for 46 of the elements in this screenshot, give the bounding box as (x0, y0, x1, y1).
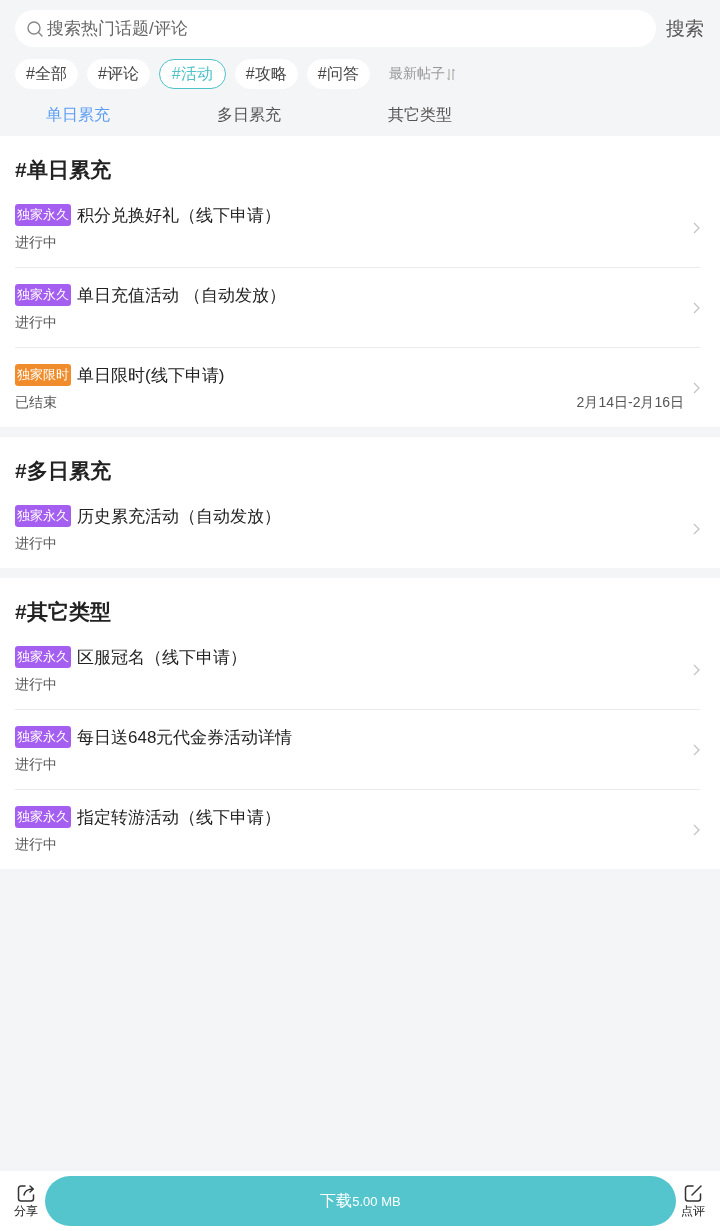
search-icon (27, 21, 43, 37)
activity-title[interactable]: 积分兑换好礼（线下申请） (77, 203, 281, 227)
tab[interactable]: 其它类型 (342, 95, 498, 136)
filter-chip[interactable]: #评论 (86, 59, 150, 89)
chevron-right-icon (693, 302, 700, 314)
review-button[interactable]: 点评 (681, 1184, 705, 1218)
status-text: 进行中 (15, 756, 57, 774)
chevron-right-icon (693, 222, 700, 234)
section-heading: #其它类型 (14, 599, 112, 625)
chevron-right-icon (693, 664, 700, 676)
search-field[interactable]: 搜索热门话题/评论 (15, 10, 656, 47)
tag: 独家永久 (15, 726, 71, 748)
activity-title[interactable]: 区服冠名（线下申请） (77, 645, 247, 669)
activity-title[interactable]: 单日限时(线下申请) (77, 363, 225, 387)
tag: 独家永久 (15, 505, 71, 527)
activity-title[interactable]: 单日充值活动 （自动发放） (77, 283, 286, 307)
tab[interactable]: 多日累充 (171, 95, 327, 136)
activity-title[interactable]: 指定转游活动（线下申请） (77, 805, 281, 829)
status-text: 已结束 (15, 394, 57, 412)
chevron-right-icon (693, 523, 700, 535)
filter-chip[interactable]: #问答 (306, 59, 370, 89)
status-text: 进行中 (15, 314, 57, 332)
section-heading: #多日累充 (14, 458, 112, 484)
status-text: 进行中 (15, 676, 57, 694)
activity-title[interactable]: 每日送648元代金券活动详情 (77, 725, 293, 749)
tag: 独家永久 (15, 806, 71, 828)
search-button[interactable]: 搜索 (666, 10, 704, 47)
filter-chip[interactable]: #攻略 (234, 59, 298, 89)
status-text: 进行中 (15, 836, 57, 854)
edit-icon (683, 1184, 703, 1203)
share-button[interactable]: 分享 (14, 1184, 38, 1218)
tag: 独家永久 (15, 204, 71, 226)
date-range: 2月14日-2月16日 (576, 394, 684, 412)
chevron-right-icon (693, 382, 700, 394)
chevron-right-icon (693, 824, 700, 836)
filter-chip[interactable]: #全部 (15, 59, 78, 89)
sort-icon (446, 68, 455, 81)
status-text: 进行中 (15, 234, 57, 252)
status-text: 进行中 (15, 535, 57, 553)
activity-title[interactable]: 历史累充活动（自动发放） (77, 504, 281, 528)
share-icon (16, 1184, 36, 1203)
tag: 独家限时 (15, 364, 71, 386)
tag: 独家永久 (15, 284, 71, 306)
section-heading: #单日累充 (14, 157, 112, 183)
tag: 独家永久 (15, 646, 71, 668)
chevron-right-icon (693, 744, 700, 756)
